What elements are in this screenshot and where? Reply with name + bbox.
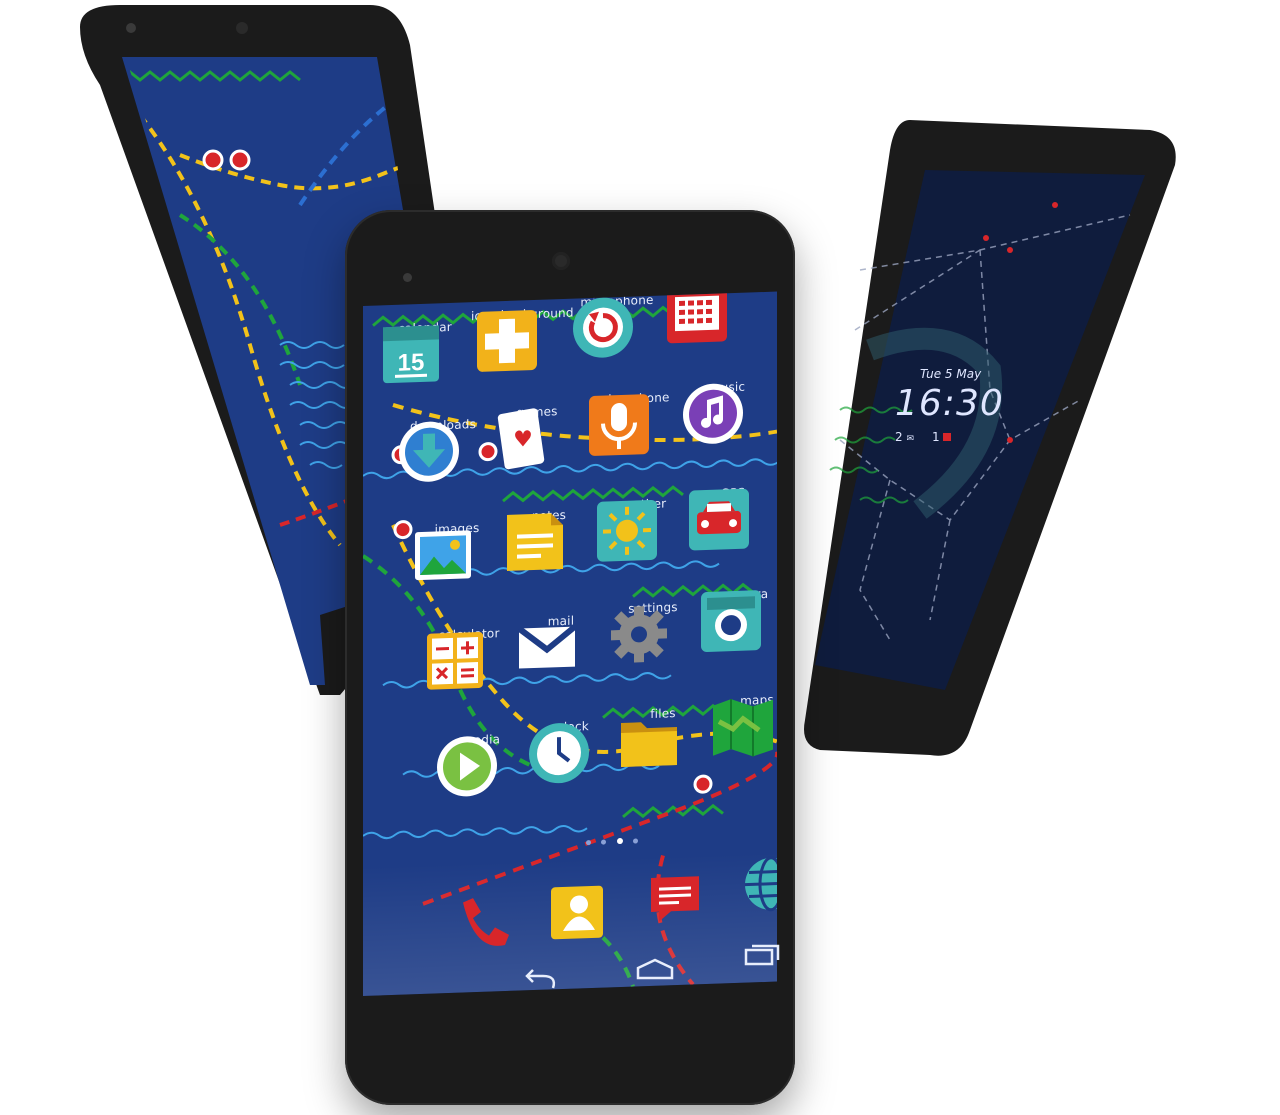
home-icon: [636, 958, 674, 980]
radio-icon: [667, 291, 727, 344]
app-downloads[interactable]: downloads: [393, 413, 493, 482]
phone-back-right: Tue 5 May 16:30 2 ✉ 1: [800, 120, 1180, 760]
app-notes[interactable]: notes: [499, 504, 599, 571]
message-icon: [651, 876, 699, 922]
folder-icon: [621, 722, 677, 767]
page-dot[interactable]: [601, 839, 607, 845]
camera-icon: [701, 590, 761, 652]
page-dot[interactable]: [586, 840, 591, 846]
calendar-icon: 15: [383, 325, 439, 384]
microphone-icon: [589, 394, 649, 456]
notes-icon: [507, 513, 563, 571]
app-settings[interactable]: settings: [603, 596, 703, 663]
camera-dot: [126, 23, 136, 33]
app-maps[interactable]: maps: [707, 688, 777, 757]
recents-button[interactable]: [740, 940, 786, 975]
phone-front: 15 calendar icon background microphone: [345, 210, 795, 1105]
front-camera: [403, 273, 412, 282]
car-icon: [689, 488, 749, 551]
phone-icon: [463, 898, 509, 946]
home-button[interactable]: [630, 954, 680, 989]
lock-notification-count: 1: [932, 430, 952, 444]
lock-mail-count: 2 ✉: [895, 430, 914, 444]
app-microphone[interactable]: microphone: [583, 387, 683, 456]
phone-back-right-frame: [804, 120, 1176, 756]
speaker-grill: [236, 22, 248, 34]
calendar-day: 15: [398, 349, 425, 377]
mail-icon: [517, 624, 577, 669]
station-marker: [202, 149, 224, 171]
app-images[interactable]: images: [407, 517, 507, 581]
app-calculator[interactable]: calculator: [419, 623, 519, 690]
mail-icon: ✉: [906, 434, 915, 444]
app-icon-background[interactable]: icon background: [471, 303, 574, 372]
app-gps[interactable]: GPS: [683, 481, 777, 551]
recents-icon: [744, 944, 780, 966]
svg-text:♥: ♥: [513, 427, 533, 453]
map-icon: [713, 699, 773, 757]
card-icon: ♥: [497, 408, 545, 470]
globe-icon: [745, 856, 777, 912]
app-music[interactable]: music: [677, 376, 777, 444]
app-calendar[interactable]: 15 calendar: [375, 316, 475, 384]
app-media[interactable]: media: [431, 728, 531, 797]
music-note-icon: [683, 383, 743, 444]
lock-time: 16:30: [895, 383, 1004, 424]
app-weather[interactable]: weather: [591, 493, 691, 562]
back-icon: [525, 969, 556, 989]
page-dot-active[interactable]: [616, 837, 623, 845]
app-clock[interactable]: clock: [523, 715, 623, 784]
home-screen: 15 calendar icon background microphone: [363, 291, 777, 996]
page-indicator: [583, 830, 641, 850]
station-marker: [229, 149, 251, 171]
app-camera[interactable]: camera: [695, 583, 777, 652]
clock-icon: [529, 723, 589, 784]
image-icon: [415, 530, 471, 581]
sun-icon: [597, 499, 657, 562]
mail-count-value: 2: [895, 430, 903, 444]
back-button[interactable]: [515, 968, 565, 1003]
notification-icon: [943, 433, 952, 441]
download-icon: [399, 421, 459, 482]
plus-icon: [477, 310, 537, 372]
app-games[interactable]: ♥ games: [487, 400, 587, 470]
contacts-icon: [551, 885, 603, 940]
gear-icon: [611, 606, 667, 663]
app-files[interactable]: files: [613, 702, 713, 767]
earpiece: [552, 252, 570, 270]
app-mail[interactable]: mail: [511, 609, 611, 669]
page-dot[interactable]: [633, 838, 639, 844]
notification-count-value: 1: [932, 430, 940, 444]
lock-date: Tue 5 May: [920, 367, 982, 381]
play-icon: [437, 736, 497, 797]
calculator-icon: [427, 631, 483, 690]
refresh-icon: [573, 297, 633, 358]
